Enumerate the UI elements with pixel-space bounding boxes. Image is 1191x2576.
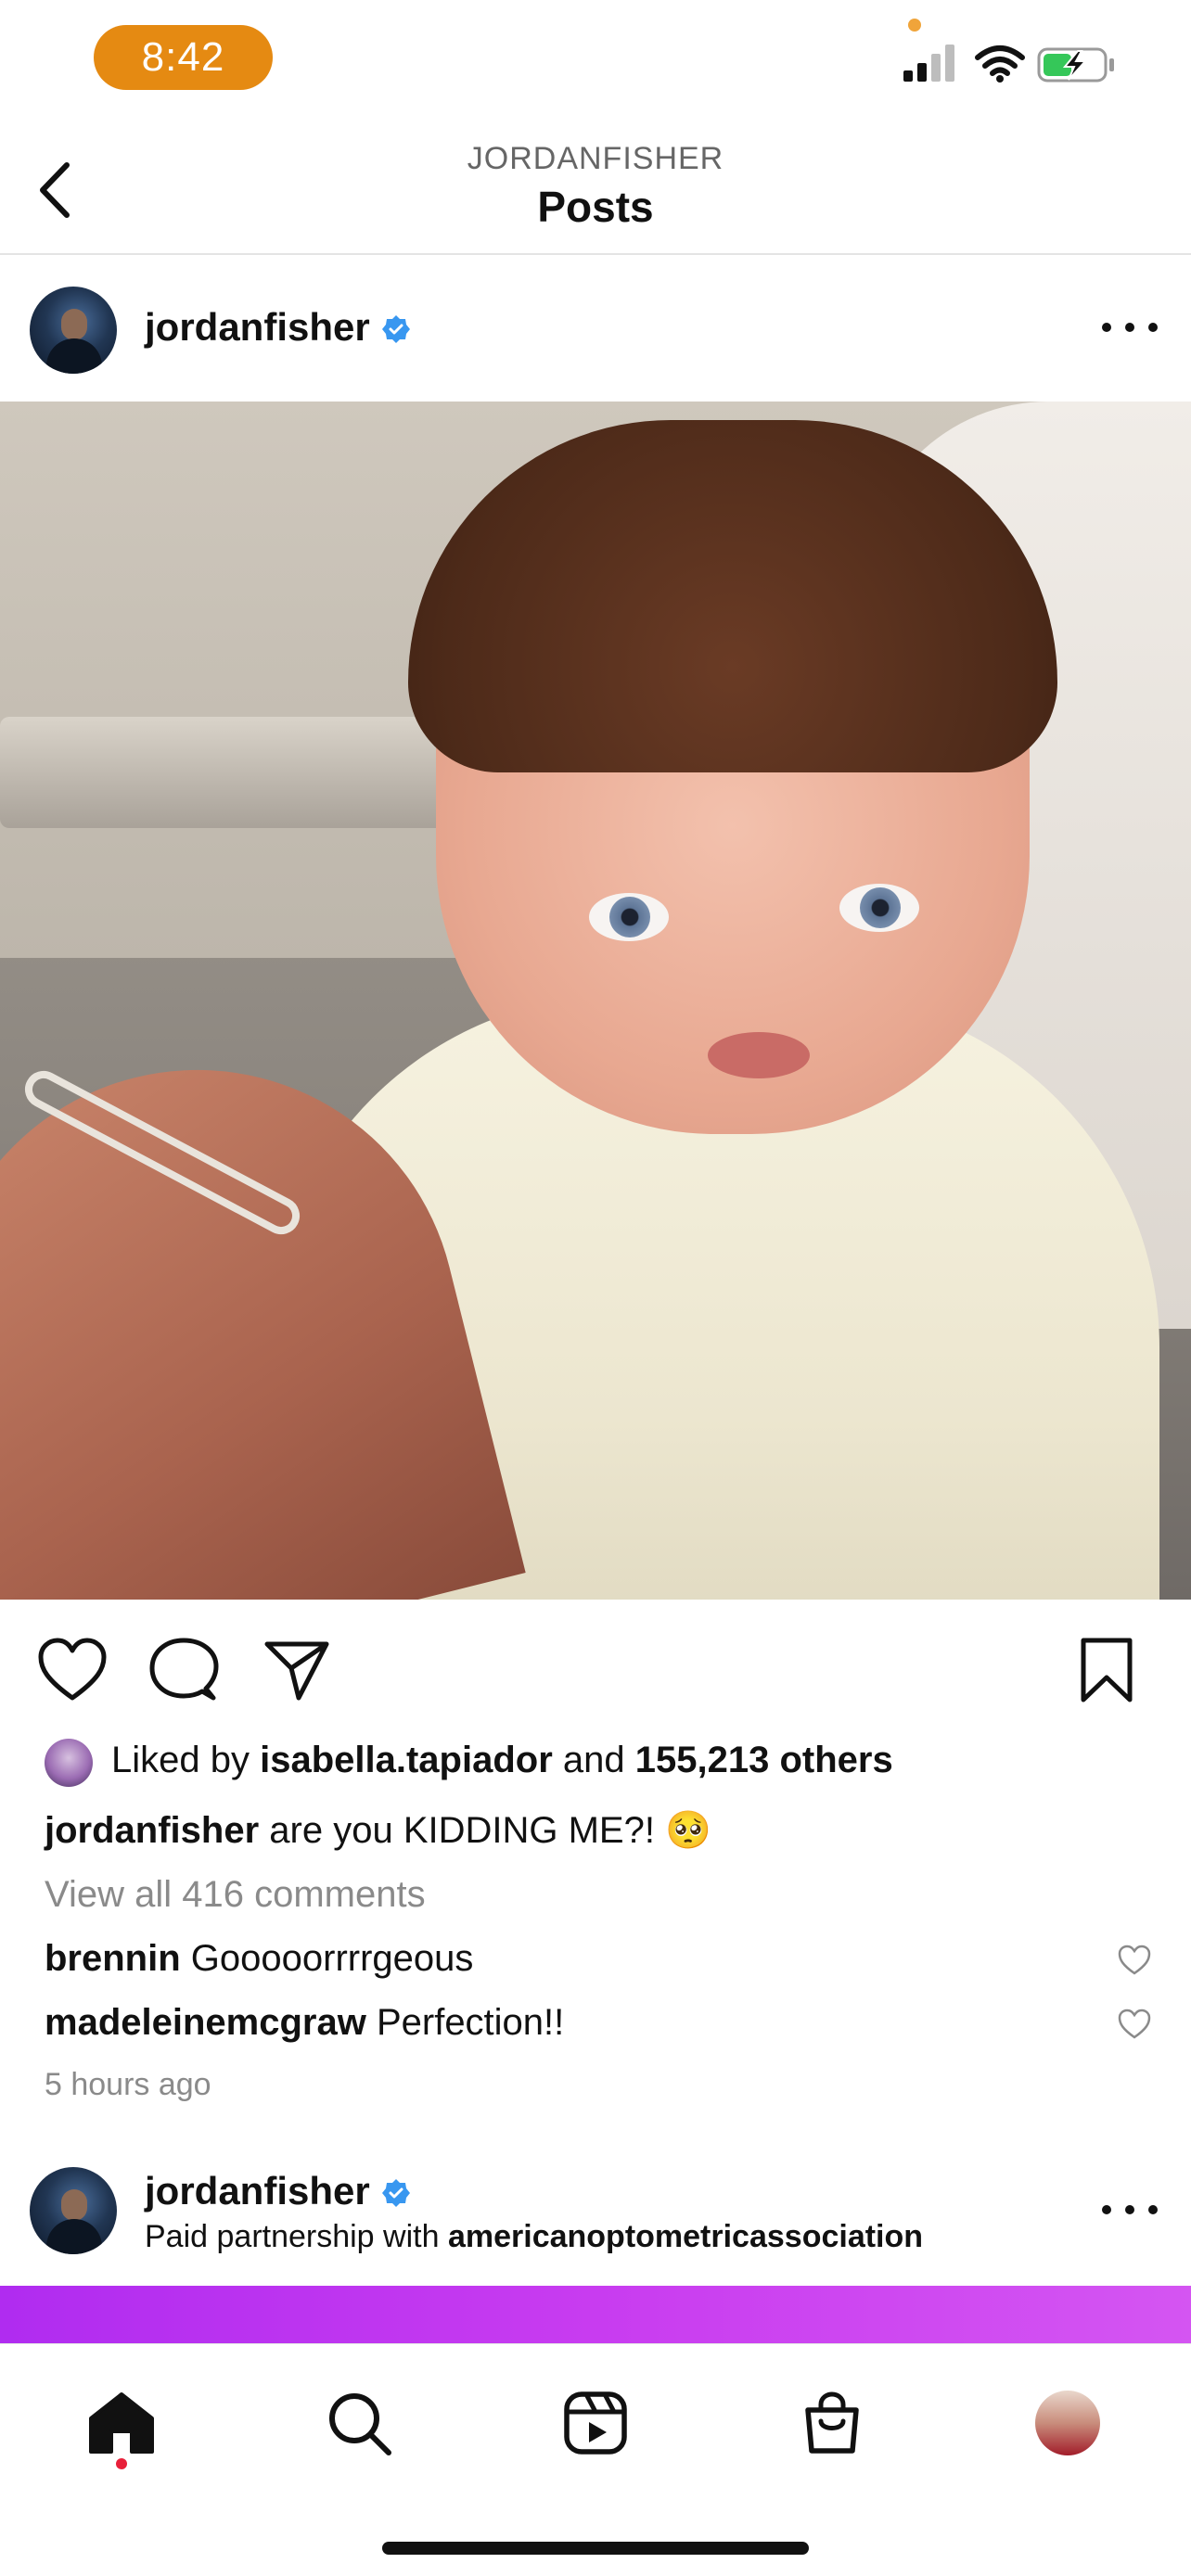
comment-icon[interactable] <box>148 1637 219 1703</box>
liked-by-username[interactable]: isabella.tapiador <box>260 1740 553 1780</box>
paid-partnership-label: Paid partnership with americanoptometric… <box>145 2219 923 2255</box>
status-bar: 8:42 <box>0 0 1191 111</box>
post-header: jordanfisher <box>0 257 1191 401</box>
comment-username[interactable]: brennin <box>45 1938 181 1979</box>
comment-like-heart-icon[interactable] <box>1117 2008 1152 2041</box>
more-dot-icon <box>1148 323 1158 332</box>
comment-text: Perfection!! <box>376 2002 565 2043</box>
likes-summary[interactable]: Liked by isabella.tapiador and 155,213 o… <box>111 1740 893 1781</box>
more-dot-icon <box>1102 2205 1111 2214</box>
profile-username-subtitle: JORDANFISHER <box>467 141 724 176</box>
verified-badge-icon <box>382 2179 410 2207</box>
partnership-prefix: Paid partnership with <box>145 2219 440 2254</box>
search-icon <box>329 2393 391 2455</box>
profile-avatar <box>1035 2391 1100 2455</box>
partner-username[interactable]: americanoptometricassociation <box>448 2219 923 2254</box>
caption-text: are you KIDDING ME?! <box>269 1810 655 1851</box>
view-all-comments-link[interactable]: View all 416 comments <box>45 1874 426 1916</box>
tab-profile[interactable] <box>1026 2381 1109 2465</box>
tab-home[interactable] <box>80 2381 163 2465</box>
shopping-bag-icon <box>805 2391 859 2454</box>
nav-header: JORDANFISHER Posts <box>0 111 1191 255</box>
tab-shop[interactable] <box>790 2381 874 2465</box>
post-action-bar <box>0 1600 1191 1729</box>
post-more-options-button[interactable] <box>1102 309 1158 346</box>
more-dot-icon <box>1148 2205 1158 2214</box>
heart-icon[interactable] <box>37 1637 108 1703</box>
caption-emoji: 🥺 <box>665 1810 711 1851</box>
post-timestamp: 5 hours ago <box>45 2067 211 2102</box>
post-photo[interactable] <box>0 402 1191 1600</box>
caption-username[interactable]: jordanfisher <box>45 1810 259 1851</box>
post-caption: jordanfisher are you KIDDING ME?! 🥺 <box>45 1808 711 1852</box>
post2-more-options-button[interactable] <box>1102 2191 1158 2228</box>
post-author-username[interactable]: jordanfisher <box>145 305 370 350</box>
comment-row: brennin Gooooorrrrgeous <box>45 1938 473 1980</box>
tab-reels[interactable] <box>554 2381 637 2465</box>
comment-username[interactable]: madeleinemcgraw <box>45 2002 366 2043</box>
verified-badge-icon <box>382 315 410 343</box>
wifi-icon <box>975 45 1025 83</box>
paper-plane-icon[interactable] <box>262 1637 332 1703</box>
liked-by-and: and <box>562 1740 625 1780</box>
liked-by-others-count[interactable]: 155,213 others <box>635 1740 893 1780</box>
home-icon <box>89 2392 154 2454</box>
home-indicator <box>382 2542 809 2555</box>
comment-like-heart-icon[interactable] <box>1117 1944 1152 1977</box>
post-author-avatar[interactable] <box>30 287 117 374</box>
tab-search[interactable] <box>317 2381 401 2465</box>
more-dot-icon <box>1125 323 1134 332</box>
status-time: 8:42 <box>94 25 273 90</box>
reels-icon <box>564 2391 627 2455</box>
page-title: Posts <box>537 183 654 231</box>
post2-media-preview[interactable] <box>0 2286 1191 2343</box>
home-notification-dot <box>116 2458 127 2469</box>
comment-row: madeleinemcgraw Perfection!! <box>45 2002 564 2044</box>
liker-avatar[interactable] <box>45 1739 93 1787</box>
post2-author-username[interactable]: jordanfisher <box>145 2169 370 2213</box>
post2-author-avatar[interactable] <box>30 2167 117 2254</box>
battery-charging-icon <box>1037 47 1114 83</box>
comment-text: Gooooorrrrgeous <box>190 1938 474 1979</box>
privacy-indicator-dot <box>908 19 921 32</box>
cellular-signal-icon <box>903 45 954 82</box>
bookmark-icon[interactable] <box>1076 1637 1137 1703</box>
more-dot-icon <box>1125 2205 1134 2214</box>
more-dot-icon <box>1102 323 1111 332</box>
liked-by-prefix: Liked by <box>111 1740 250 1780</box>
